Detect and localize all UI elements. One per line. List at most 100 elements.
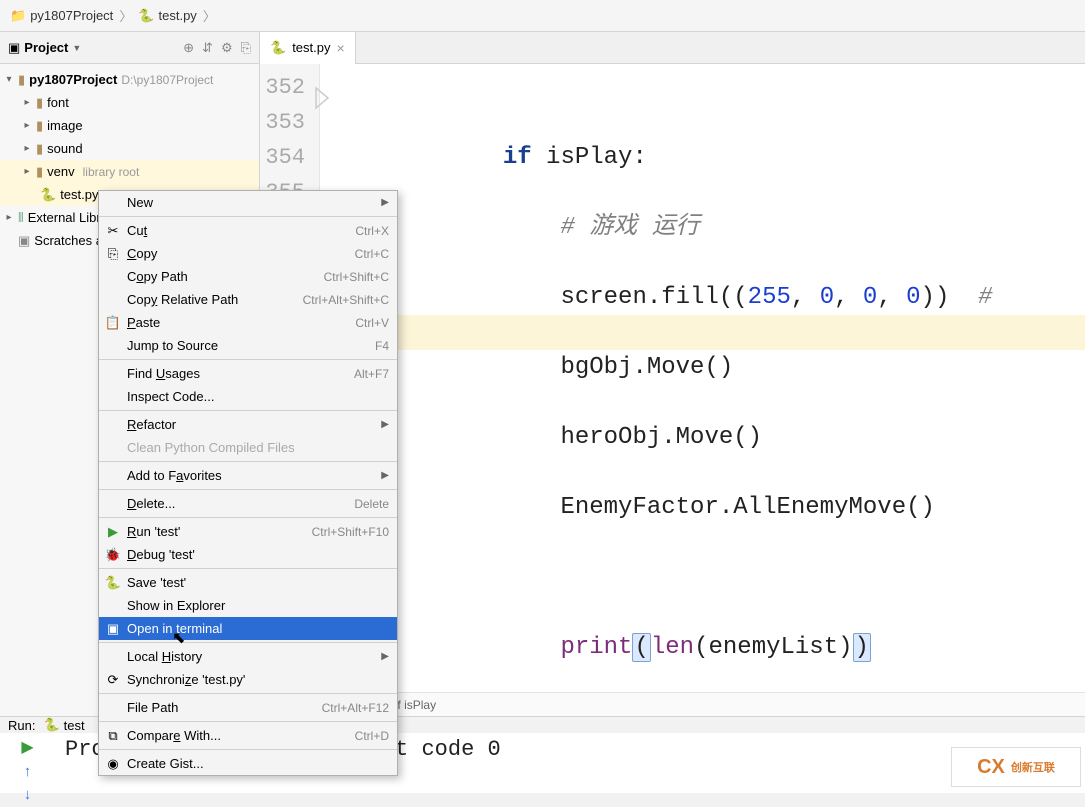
menu-separator [99, 721, 397, 722]
tree-root-label: py1807Project [29, 72, 117, 87]
menu-item[interactable]: Refactor▶ [99, 413, 397, 436]
menu-item[interactable]: Jump to SourceF4 [99, 334, 397, 357]
menu-item[interactable]: ✂CutCtrl+X [99, 219, 397, 242]
menu-item[interactable]: ◉ Create Gist... [99, 752, 397, 775]
scope-icon[interactable]: ⊕ [183, 40, 194, 56]
menu-label: Debug 'test' [127, 547, 389, 562]
run-icon[interactable]: ▶ [21, 737, 33, 757]
menu-item[interactable]: ⧉ Compare With...Ctrl+D [99, 724, 397, 747]
shortcut: Ctrl+V [355, 316, 389, 330]
menu-label: Run 'test' [127, 524, 312, 539]
watermark: CX 创新互联 [951, 747, 1081, 787]
shortcut: Delete [354, 497, 389, 511]
menu-separator [99, 410, 397, 411]
project-title[interactable]: Project [24, 40, 68, 55]
menu-label: Create Gist... [127, 756, 389, 771]
menu-label: Copy Path [127, 269, 324, 284]
close-icon[interactable]: × [336, 40, 344, 56]
shortcut: Ctrl+D [355, 729, 389, 743]
tree-venv[interactable]: ▸ ▮ venv library root [0, 160, 259, 183]
menu-label: Inspect Code... [127, 389, 389, 404]
menu-item[interactable]: ▶Run 'test'Ctrl+Shift+F10 [99, 520, 397, 543]
menu-label: Compare With... [127, 728, 355, 743]
menu-label: Save 'test' [127, 575, 389, 590]
menu-label: Refactor [127, 417, 389, 432]
chevron-right-icon[interactable]: ▸ [22, 166, 32, 177]
menu-item[interactable]: ▣Open in terminal [99, 617, 397, 640]
sync-icon: ⟳ [105, 672, 121, 688]
menu-label: Add to Favorites [127, 468, 389, 483]
code-content[interactable]: if isPlay: # 游戏 运行 screen.fill((255, 0, … [320, 64, 1085, 692]
menu-label: Show in Explorer [127, 598, 389, 613]
menu-item[interactable]: New▶ [99, 191, 397, 214]
python-file-icon: 🐍 [270, 40, 286, 56]
tab-bar: 🐍 test.py × [260, 32, 1085, 64]
shortcut: Ctrl+Shift+F10 [312, 525, 389, 539]
chevron-right-icon[interactable]: ▸ [4, 212, 14, 223]
folder-icon: 📁 [10, 8, 26, 24]
bug-icon: 🐞 [105, 547, 121, 563]
run-sidebar: ▶ ↑ ↓ [0, 733, 55, 807]
menu-item[interactable]: Copy Relative PathCtrl+Alt+Shift+C [99, 288, 397, 311]
crumb-item[interactable]: if isPlay [395, 698, 436, 712]
menu-item[interactable]: Inspect Code... [99, 385, 397, 408]
chevron-down-icon[interactable]: ▾ [4, 74, 14, 85]
menu-item[interactable]: ⟳Synchronize 'test.py' [99, 668, 397, 691]
tree-folder-sound[interactable]: ▸ ▮ sound [0, 137, 259, 160]
line-number: 352 [260, 70, 305, 105]
tab-testpy[interactable]: 🐍 test.py × [260, 32, 356, 64]
menu-separator [99, 693, 397, 694]
menu-separator [99, 359, 397, 360]
menu-label: Clean Python Compiled Files [127, 440, 389, 455]
breadcrumb: 📁 py1807Project 〉 🐍 test.py 〉 [0, 0, 1085, 32]
logo-icon: CX [977, 756, 1005, 779]
menu-label: Open in terminal [127, 621, 389, 636]
chevron-right-icon: ▶ [381, 197, 389, 208]
chevron-right-icon[interactable]: ▸ [22, 120, 32, 131]
tree-root[interactable]: ▾ ▮ py1807Project D:\py1807Project [0, 68, 259, 91]
python-file-icon: 🐍 [43, 717, 59, 733]
folder-label: sound [47, 141, 82, 156]
chevron-right-icon[interactable]: ▸ [22, 97, 32, 108]
menu-item[interactable]: File PathCtrl+Alt+F12 [99, 696, 397, 719]
gear-icon[interactable]: ⚙ [221, 40, 233, 56]
tree-folder-image[interactable]: ▸▮image [0, 114, 259, 137]
folder-label: image [47, 118, 82, 133]
menu-item[interactable]: Local History▶ [99, 645, 397, 668]
menu-label: Jump to Source [127, 338, 375, 353]
menu-item[interactable]: 🐍Save 'test' [99, 571, 397, 594]
menu-item[interactable]: 📋PasteCtrl+V [99, 311, 397, 334]
watermark-text: 创新互联 [1011, 759, 1055, 775]
chevron-right-icon[interactable]: ▸ [22, 143, 32, 154]
menu-item[interactable]: Add to Favorites▶ [99, 464, 397, 487]
menu-item[interactable]: Show in Explorer [99, 594, 397, 617]
breadcrumb-sep: 〉 [203, 6, 216, 25]
arrow-up-icon[interactable]: ↑ [24, 763, 32, 780]
menu-item[interactable]: Copy PathCtrl+Shift+C [99, 265, 397, 288]
folder-icon: ▮ [18, 72, 25, 88]
menu-item[interactable]: ⎘CopyCtrl+C [99, 242, 397, 265]
menu-separator [99, 216, 397, 217]
venv-label: venv [47, 164, 74, 179]
menu-label: Delete... [127, 496, 354, 511]
venv-note: library root [83, 165, 140, 179]
scratches-icon: ▣ [18, 233, 30, 249]
breadcrumb-project[interactable]: 📁 py1807Project [10, 8, 113, 24]
dropdown-icon[interactable]: ▼ [72, 43, 81, 53]
tree-folder-font[interactable]: ▸▮font [0, 91, 259, 114]
menu-item[interactable]: Find UsagesAlt+F7 [99, 362, 397, 385]
hide-icon[interactable]: ⎘ [241, 40, 251, 56]
file-label: test.py [60, 187, 98, 202]
gh-icon: ◉ [105, 756, 121, 772]
menu-separator [99, 568, 397, 569]
menu-item[interactable]: 🐞 Debug 'test' [99, 543, 397, 566]
collapse-icon[interactable]: ⇵ [202, 40, 213, 56]
menu-item[interactable]: Delete...Delete [99, 492, 397, 515]
diff-icon: ⧉ [105, 728, 121, 744]
breadcrumb-file[interactable]: 🐍 test.py [138, 8, 196, 24]
folder-icon: ▮ [36, 141, 43, 157]
chevron-right-icon: ▶ [381, 419, 389, 430]
arrow-down-icon[interactable]: ↓ [24, 786, 32, 803]
menu-separator [99, 642, 397, 643]
shortcut: Ctrl+Alt+F12 [322, 701, 389, 715]
